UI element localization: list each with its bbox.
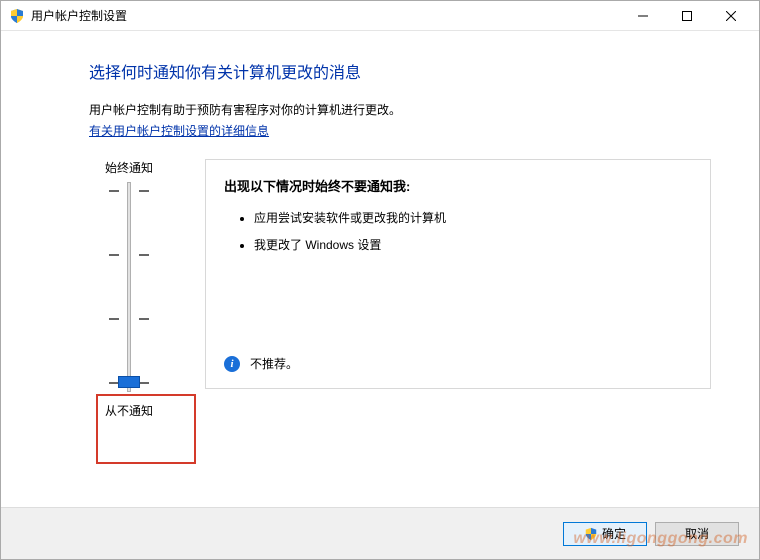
slider-bottom-label: 从不通知	[105, 402, 153, 419]
help-link[interactable]: 有关用户帐户控制设置的详细信息	[89, 124, 269, 138]
page-heading: 选择何时通知你有关计算机更改的消息	[89, 59, 711, 83]
info-icon: i	[224, 356, 240, 372]
ok-button[interactable]: 确定	[563, 522, 647, 546]
slider-column: 始终通知 从不通知	[89, 159, 169, 419]
minimize-button[interactable]	[621, 2, 665, 30]
slider-tick	[109, 190, 149, 192]
maximize-button[interactable]	[665, 2, 709, 30]
shield-icon	[584, 527, 598, 541]
list-item: 应用尝试安装软件或更改我的计算机	[254, 209, 692, 226]
window-controls	[621, 2, 753, 30]
slider-thumb[interactable]	[118, 376, 140, 388]
shield-icon	[9, 8, 25, 24]
window-title: 用户帐户控制设置	[31, 7, 621, 24]
slider-tick	[109, 318, 149, 320]
close-button[interactable]	[709, 2, 753, 30]
page-subtext: 用户帐户控制有助于预防有害程序对你的计算机进行更改。	[89, 101, 711, 118]
list-item: 我更改了 Windows 设置	[254, 236, 692, 253]
uac-settings-window: 用户帐户控制设置 选择何时通知你有关计算机更改的消息 用户帐户控制有助于预防有害…	[0, 0, 760, 560]
ok-label: 确定	[602, 525, 626, 542]
body-row: 始终通知 从不通知 出现以下情况时始终不要通知我: 应用尝试安装软件或更改我的计…	[89, 159, 711, 419]
info-panel: 出现以下情况时始终不要通知我: 应用尝试安装软件或更改我的计算机 我更改了 Wi…	[205, 159, 711, 389]
footer: 确定 取消	[1, 507, 759, 559]
slider-top-label: 始终通知	[105, 159, 153, 176]
uac-slider[interactable]	[99, 182, 159, 392]
panel-title: 出现以下情况时始终不要通知我:	[224, 176, 692, 195]
note-text: 不推荐。	[250, 355, 298, 372]
cancel-label: 取消	[685, 525, 709, 542]
slider-track	[127, 182, 131, 392]
panel-note: i 不推荐。	[224, 355, 298, 372]
panel-list: 应用尝试安装软件或更改我的计算机 我更改了 Windows 设置	[224, 209, 692, 253]
titlebar: 用户帐户控制设置	[1, 1, 759, 31]
cancel-button[interactable]: 取消	[655, 522, 739, 546]
slider-tick	[109, 254, 149, 256]
content-area: 选择何时通知你有关计算机更改的消息 用户帐户控制有助于预防有害程序对你的计算机进…	[1, 31, 759, 507]
